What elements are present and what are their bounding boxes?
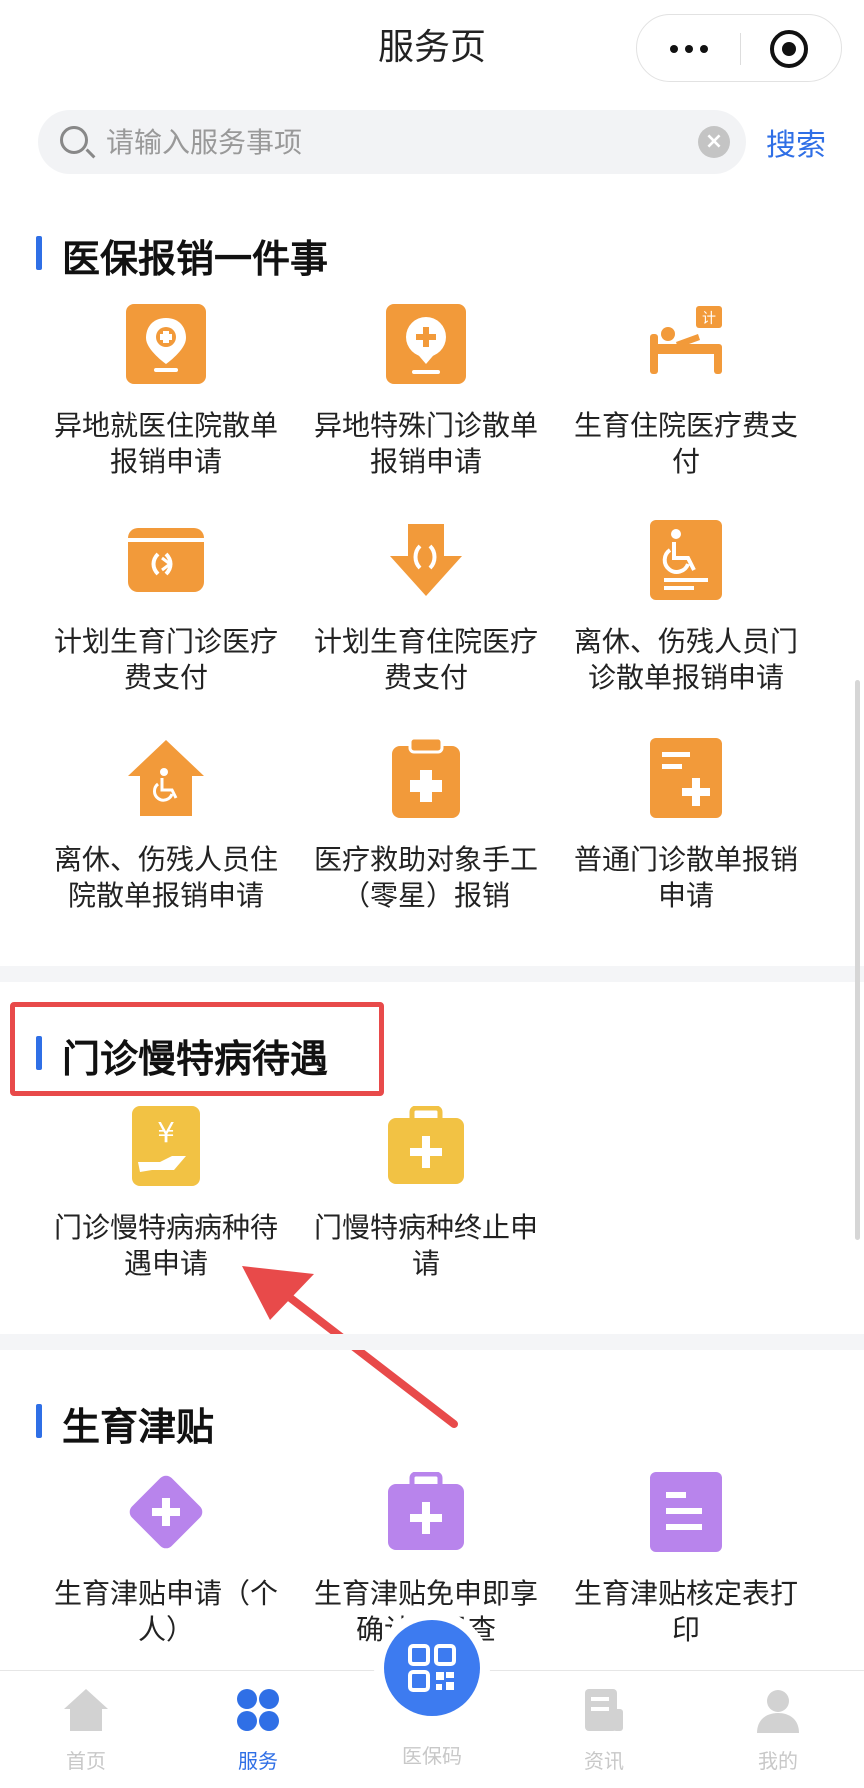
wheelchair-doc-icon xyxy=(650,520,722,600)
section-divider xyxy=(0,966,864,982)
more-options-button[interactable] xyxy=(637,15,740,83)
tab-profile[interactable]: 我的 xyxy=(718,1671,838,1788)
map-pin-plus-icon xyxy=(126,304,206,384)
tab-services[interactable]: 服务 xyxy=(198,1671,318,1788)
service-item[interactable]: 离休、伤残人员住院散单报销申请 xyxy=(46,738,286,914)
yuan-hand-icon: ¥ xyxy=(132,1106,200,1186)
card-icon xyxy=(128,528,204,592)
service-item-label: 生育住院医疗费支付 xyxy=(574,409,799,478)
service-item-label: 离休、伤残人员住院散单报销申请 xyxy=(54,843,279,912)
tab-news[interactable]: 资讯 xyxy=(544,1671,664,1788)
service-item[interactable]: 异地就医住院散单报销申请 xyxy=(46,304,286,480)
service-item[interactable]: 计 生育住院医疗费支付 xyxy=(566,304,806,480)
tab-home[interactable]: 首页 xyxy=(26,1671,146,1788)
tab-label: 我的 xyxy=(758,1749,798,1773)
wheelchair-house-icon xyxy=(128,740,204,816)
grid-icon xyxy=(237,1689,279,1731)
tab-label: 医保码 xyxy=(402,1744,462,1768)
location-plus-icon xyxy=(386,304,466,384)
diamond-plus-icon xyxy=(129,1475,203,1549)
home-icon xyxy=(64,1689,108,1731)
svg-text:计: 计 xyxy=(702,311,716,327)
medkit-icon xyxy=(388,1105,464,1184)
service-item-label: 生育津贴申请（个人） xyxy=(54,1577,279,1646)
clear-icon[interactable]: × xyxy=(698,126,730,158)
service-item-label: 计划生育住院医疗费支付 xyxy=(314,625,539,694)
service-item[interactable]: 离休、伤残人员门诊散单报销申请 xyxy=(566,520,806,696)
svg-text:¥: ¥ xyxy=(157,1116,175,1149)
service-item-label: 普通门诊散单报销申请 xyxy=(574,843,799,912)
search-bar: × xyxy=(38,110,746,174)
news-icon xyxy=(585,1689,623,1731)
service-item-label: 离休、伤残人员门诊散单报销申请 xyxy=(574,625,799,694)
user-icon xyxy=(757,1690,799,1733)
service-item[interactable]: 生育津贴核定表打印 xyxy=(566,1472,806,1648)
hospital-bed-icon: 计 xyxy=(650,306,722,374)
scrollbar[interactable] xyxy=(855,680,860,1240)
service-item-label: 异地就医住院散单报销申请 xyxy=(54,409,279,478)
section-title-reimbursement: 医保报销一件事 xyxy=(36,228,328,283)
search-input[interactable] xyxy=(106,120,706,164)
service-item[interactable]: 医疗救助对象手工（零星）报销 xyxy=(306,736,546,914)
tab-label: 服务 xyxy=(238,1749,278,1773)
service-item[interactable]: ¥ 门诊慢特病病种待遇申请 xyxy=(46,1106,286,1282)
search-button[interactable]: 搜索 xyxy=(766,120,826,164)
tab-insurance-code[interactable] xyxy=(384,1620,480,1716)
search-icon xyxy=(60,126,88,154)
section-title-maternity: 生育津贴 xyxy=(36,1396,214,1451)
mini-program-capsule xyxy=(636,14,842,82)
tab-label: 资讯 xyxy=(584,1749,624,1773)
document-icon xyxy=(650,1472,722,1552)
service-item[interactable]: 普通门诊散单报销申请 xyxy=(566,738,806,914)
service-item-label: 异地特殊门诊散单报销申请 xyxy=(314,409,539,478)
service-item[interactable]: 门慢特病种终止申请 xyxy=(306,1105,546,1282)
highlight-box xyxy=(10,1002,384,1096)
clipboard-plus-icon xyxy=(392,736,460,818)
service-item-label: 生育津贴核定表打印 xyxy=(574,1577,799,1646)
top-nav: 服务页 xyxy=(0,0,864,100)
briefcase-plus-icon xyxy=(388,1471,464,1550)
doc-plus-icon xyxy=(650,738,722,818)
qr-code-icon xyxy=(408,1644,456,1692)
close-target-icon[interactable] xyxy=(770,30,808,68)
section-divider xyxy=(0,1334,864,1350)
service-item-label: 计划生育门诊医疗费支付 xyxy=(54,625,279,694)
service-item[interactable]: 计划生育门诊医疗费支付 xyxy=(46,520,286,696)
service-item[interactable]: 生育津贴申请（个人） xyxy=(46,1472,286,1648)
service-item[interactable]: 异地特殊门诊散单报销申请 xyxy=(306,304,546,480)
service-item[interactable]: 计划生育住院医疗费支付 xyxy=(306,520,546,696)
capsule-divider xyxy=(740,33,741,65)
down-arrow-icon xyxy=(390,524,462,596)
tab-label: 首页 xyxy=(66,1749,106,1773)
service-item-label: 医疗救助对象手工（零星）报销 xyxy=(314,843,539,912)
